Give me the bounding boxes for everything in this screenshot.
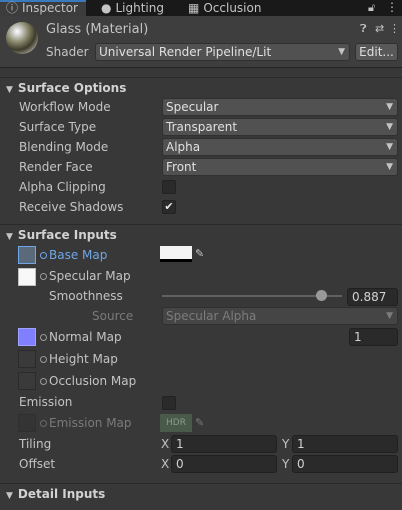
specular-map-label: Specular Map [49, 269, 131, 283]
object-picker-icon[interactable] [40, 334, 47, 341]
blending-mode-label: Blending Mode [19, 140, 109, 154]
alpha-clipping-checkbox[interactable] [162, 180, 176, 194]
emission-checkbox[interactable] [162, 396, 176, 410]
workflow-mode-label: Workflow Mode [19, 100, 111, 114]
tab-lighting[interactable]: ● Lighting [101, 0, 181, 16]
edit-shader-button[interactable]: Edit... [355, 43, 398, 61]
chevron-down-icon: ▼ [386, 102, 393, 112]
section-surface-inputs[interactable]: ▼ Surface Inputs [0, 224, 402, 244]
tab-inspector[interactable]: ⓘ Inspector [0, 0, 86, 16]
emission-label: Emission [19, 395, 73, 409]
tiling-y-field[interactable]: 1 [292, 435, 398, 453]
render-face-label: Render Face [19, 160, 93, 174]
object-picker-icon[interactable] [40, 420, 47, 427]
presets-icon[interactable]: ⇄ [375, 22, 384, 35]
section-surface-options[interactable]: ▼ Surface Options [0, 77, 402, 97]
smoothness-slider-track[interactable] [162, 295, 342, 297]
expand-triangle-icon: ▼ [6, 232, 13, 242]
occlusion-map-label: Occlusion Map [49, 374, 137, 388]
emission-map-texture-slot[interactable] [18, 414, 36, 432]
settings-menu-icon[interactable]: ⋮ [389, 22, 400, 35]
tiling-x-field[interactable]: 1 [171, 435, 277, 453]
normal-map-texture-slot[interactable] [18, 328, 36, 346]
render-face-dropdown[interactable]: Front ▼ [162, 158, 398, 176]
surface-type-label: Surface Type [19, 120, 97, 134]
receive-shadows-checkbox[interactable]: ✔ [162, 200, 176, 214]
expand-triangle-icon: ▼ [6, 85, 13, 95]
normal-map-label: Normal Map [49, 330, 122, 344]
offset-label: Offset [19, 457, 56, 471]
chevron-down-icon: ▼ [386, 142, 393, 152]
tiling-label: Tiling [19, 437, 52, 451]
material-title: Glass (Material) [46, 22, 149, 37]
chevron-down-icon: ▼ [386, 122, 393, 132]
expand-triangle-icon: ▼ [6, 491, 13, 501]
object-picker-icon[interactable] [40, 273, 47, 280]
workflow-mode-dropdown[interactable]: Specular ▼ [162, 98, 398, 116]
material-preview-thumbnail [6, 22, 38, 54]
section-detail-inputs[interactable]: ▼ Detail Inputs [0, 483, 402, 503]
base-map-texture-slot[interactable] [18, 246, 36, 264]
smoothness-value-field[interactable]: 0.887 [347, 288, 398, 306]
chevron-down-icon: ▼ [338, 47, 345, 57]
offset-y-label: Y [282, 457, 290, 471]
chevron-down-icon: ▼ [386, 311, 393, 321]
offset-x-field[interactable]: 0 [171, 455, 277, 473]
smoothness-label: Smoothness [49, 289, 123, 303]
chevron-down-icon: ▼ [386, 162, 393, 172]
height-map-texture-slot[interactable] [18, 350, 36, 368]
shader-dropdown[interactable]: Universal Render Pipeline/Lit ▼ [95, 43, 350, 61]
offset-y-field[interactable]: 0 [292, 455, 398, 473]
base-map-color-swatch[interactable] [160, 246, 192, 262]
occlusion-map-texture-slot[interactable] [18, 372, 36, 390]
source-label: Source [92, 309, 134, 323]
object-picker-icon[interactable] [40, 378, 47, 385]
more-menu-icon[interactable]: ⋮ [386, 0, 398, 14]
normal-scale-field[interactable]: 1 [349, 328, 398, 346]
eyedropper-icon[interactable]: ✎ [195, 416, 204, 429]
tiling-x-label: X [161, 437, 170, 451]
lock-icon[interactable]: 🔓︎ [368, 1, 375, 15]
smoothness-slider-handle[interactable] [316, 290, 328, 301]
alpha-clipping-label: Alpha Clipping [19, 180, 106, 194]
occlusion-icon: ▦ [188, 1, 200, 15]
emission-color-swatch[interactable]: HDR [160, 414, 192, 432]
eyedropper-icon[interactable]: ✎ [195, 247, 204, 260]
emission-map-label: Emission Map [49, 416, 132, 430]
object-picker-icon[interactable] [40, 356, 47, 363]
base-map-label: Base Map [49, 248, 108, 262]
height-map-label: Height Map [49, 352, 118, 366]
tab-occlusion[interactable]: ▦ Occlusion [188, 0, 278, 16]
object-picker-icon[interactable] [40, 252, 47, 259]
blending-mode-dropdown[interactable]: Alpha ▼ [162, 138, 398, 156]
receive-shadows-label: Receive Shadows [19, 200, 124, 214]
help-icon[interactable]: ❓︎ [360, 22, 367, 36]
shader-label: Shader [46, 45, 89, 59]
surface-type-dropdown[interactable]: Transparent ▼ [162, 118, 398, 136]
info-icon: ⓘ [6, 1, 19, 15]
tiling-y-label: Y [282, 437, 290, 451]
lightbulb-icon: ● [101, 1, 112, 15]
offset-x-label: X [161, 457, 170, 471]
source-dropdown[interactable]: Specular Alpha ▼ [162, 307, 398, 325]
checkmark-icon: ✔ [164, 200, 174, 213]
specular-map-texture-slot[interactable] [18, 268, 36, 286]
tab-bar: ⓘ Inspector ● Lighting ▦ Occlusion 🔓︎ ⋮ [0, 0, 402, 16]
